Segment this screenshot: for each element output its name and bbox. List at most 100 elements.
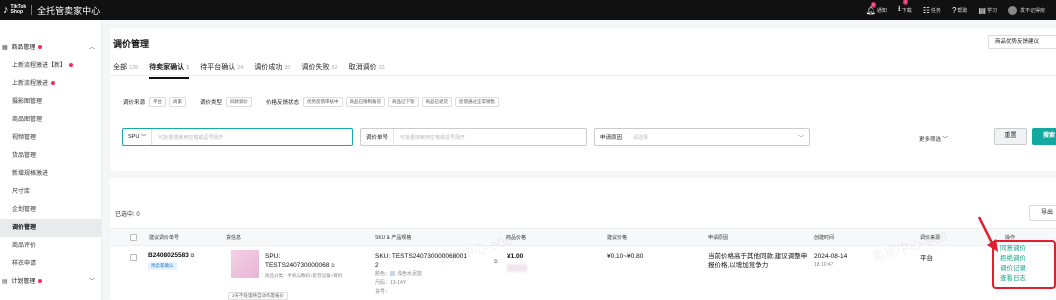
tab-failed[interactable]: 调价失败 52: [302, 62, 338, 79]
source-chip-merchant[interactable]: 商家: [169, 97, 187, 107]
sidebar-item-goods[interactable]: 货品管理: [0, 147, 101, 165]
more-filters-button[interactable]: 更多筛选 ﹀: [919, 135, 948, 143]
header-sku: SKU & 产品规格: [375, 235, 412, 241]
tab-pending-seller[interactable]: 待卖家确认 1: [149, 62, 190, 79]
source-chip-platform[interactable]: 平台: [149, 97, 167, 107]
sidebar-item-price-adjust[interactable]: 调价管理: [0, 219, 101, 237]
sidebar-group-plan[interactable]: ▤ 计划管理 ﹀: [0, 273, 101, 291]
red-dot: [38, 45, 43, 50]
header-price: 商品价格: [506, 235, 527, 241]
order-label: 调价单号: [361, 129, 395, 145]
type-chip-same[interactable]: 同款调价: [226, 97, 253, 107]
status-tabs: 全部 135 待卖家确认 1 待平台确认 24 调价成功 30 调价失败 52 取消调价 2…: [113, 62, 396, 79]
feedback-chip-delisted[interactable]: 商品已下架: [388, 97, 419, 107]
reason-select[interactable]: 申请原因 请选择 ﹀: [594, 128, 810, 146]
feedback-filter-label: 价格反馈状态: [266, 100, 300, 106]
sidebar-item-label: 调价管理: [12, 225, 37, 231]
feedback-chip-normal[interactable]: 反馈通过正常销售: [455, 97, 500, 107]
sidebar-group-product[interactable]: ▦ 商品管理 ︿: [0, 39, 101, 57]
downloads-label: 下载: [901, 7, 912, 14]
header-goods-info: 货信息: [226, 235, 242, 241]
table-row: B2408025583 ⧉ 待卖家确认 SPU: TESTS2407300000…: [110, 246, 1056, 300]
help-button[interactable]: ? 帮助: [952, 6, 967, 15]
copy-icon[interactable]: ⧉: [191, 253, 195, 259]
tasks-button[interactable]: ☷ 任务: [923, 6, 941, 15]
reason-label: 申请原因: [600, 135, 623, 141]
reason-placeholder: 请选择: [633, 134, 649, 141]
created-time: 18:10:47: [814, 262, 834, 268]
table-header: 建议调价单号 货信息 SKU & 产品规格 商品价格 建议价格 申请原因 创建时…: [110, 228, 1056, 246]
sidebar-item-label: 商品图管理: [12, 117, 43, 123]
sidebar: ▦ 商品管理 ︿ 上新流程激进【新】 上新流程激进 摄影图管理 商品图管理 视频…: [0, 20, 102, 300]
logo-line2: Shop: [10, 9, 24, 15]
tab-success[interactable]: 调价成功 30: [254, 62, 290, 79]
sidebar-item-new-spec[interactable]: 新增规格激进: [0, 165, 101, 183]
view-log-button[interactable]: 查看日志: [994, 274, 1054, 284]
order-placeholder: 可批量搜索用空格或逗号隔开: [400, 134, 466, 141]
select-all-checkbox[interactable]: [130, 234, 137, 241]
sidebar-item-label: 视频管理: [12, 135, 37, 141]
main-content: 调价管理 商品优势反馈建议 全部 135 待卖家确认 1 待平台确认 24 调价成功 3…: [103, 20, 1056, 300]
red-dot: [51, 81, 56, 86]
size-value: 尺码：13-14Y: [375, 280, 407, 286]
sidebar-item-photo[interactable]: 摄影图管理: [0, 93, 101, 111]
status-badge: 待卖家确认: [148, 262, 177, 270]
top-navigation-bar: ♪ TikTok Shop 全托管卖家中心 🔔︎ 9 通知 ⭳ 2 下载 ☷ 任…: [0, 0, 1056, 20]
chevron-down-icon: ﹀: [88, 279, 95, 285]
spu-placeholder: 可批量搜索用空格或逗号隔开: [158, 134, 224, 141]
sidebar-item-label: 企划管理: [12, 207, 37, 213]
tab-pending-platform[interactable]: 待平台确认 24: [200, 62, 243, 79]
export-button[interactable]: 导出: [1029, 205, 1056, 221]
sidebar-item-label: 上新流程激进: [12, 81, 49, 87]
header-created-time: 创建时间: [814, 235, 835, 241]
tasks-label: 任务: [930, 7, 941, 14]
feedback-chip-returned[interactable]: 商品已退货: [421, 97, 453, 107]
sidebar-item-new-flow-new[interactable]: 上新流程激进【新】: [0, 57, 101, 75]
row-checkbox[interactable]: [130, 254, 137, 261]
notification-badge: 9: [870, 1, 876, 8]
price-history-button[interactable]: 调价记录: [994, 264, 1054, 274]
reject-price-button[interactable]: 拒绝调价: [994, 254, 1054, 264]
logo[interactable]: ♪ TikTok Shop 全托管卖家中心: [3, 4, 100, 17]
user-menu[interactable]: 发不记得房: [1007, 5, 1045, 15]
feedback-chip-reviewing[interactable]: 优势反馈审核中: [303, 97, 343, 107]
downloads-button[interactable]: ⭳ 2 下载: [898, 0, 912, 17]
red-dot: [69, 63, 74, 68]
sidebar-item-video[interactable]: 视频管理: [0, 129, 101, 147]
order-search-input[interactable]: 调价单号 可批量搜索用空格或逗号隔开: [360, 128, 587, 146]
search-button[interactable]: 搜索: [1032, 128, 1056, 145]
reset-button[interactable]: 重置: [994, 128, 1027, 145]
copy-icon[interactable]: ⧉: [494, 259, 498, 265]
tab-all[interactable]: 全部 135: [113, 62, 138, 79]
sidebar-item-samples[interactable]: 样衣申请: [0, 255, 101, 273]
sidebar-item-reviews[interactable]: 商品评价: [0, 237, 101, 255]
tab-cancelled[interactable]: 取消调价 23: [349, 62, 385, 79]
chevron-down-icon: ﹀: [797, 135, 804, 142]
type-filter-label: 调价类型: [200, 100, 223, 106]
sidebar-item-size[interactable]: 尺寸库: [0, 183, 101, 201]
notifications-label: 通知: [876, 7, 887, 14]
sidebar-item-product-images[interactable]: 商品图管理: [0, 111, 101, 129]
copy-icon[interactable]: ⧉: [331, 263, 335, 269]
username: 发不记得房: [1019, 7, 1045, 14]
learn-button[interactable]: ▤ 学习: [978, 6, 997, 15]
sku-code-suffix: 2: [375, 262, 379, 269]
color-swatch: [390, 271, 396, 277]
order-number: B2408025583: [148, 252, 189, 259]
notifications-button[interactable]: 🔔︎ 9 通知: [866, 1, 887, 15]
product-thumbnail[interactable]: [231, 250, 259, 278]
header-source: 调价来源: [920, 235, 941, 241]
sidebar-item-new-flow[interactable]: 上新流程激进: [0, 75, 101, 93]
header-order-no: 建议调价单号: [149, 235, 180, 241]
auto-void-pill: 2天不处理将自动作废报价: [228, 292, 289, 300]
spu-search-input[interactable]: SPU ﹀ 可批量搜索用空格或逗号隔开: [122, 128, 353, 146]
feedback-button[interactable]: 商品优势反馈建议: [988, 35, 1056, 49]
agree-price-button[interactable]: 同意调价: [994, 244, 1054, 254]
filter-row: 调价来源 平台 商家 调价类型 同款调价 价格反馈状态 优势反馈审核中 商品已限…: [123, 97, 502, 107]
help-icon: ?: [951, 5, 957, 15]
spu-select[interactable]: SPU ﹀: [123, 129, 153, 145]
source-filter-label: 调价来源: [123, 100, 146, 106]
feedback-chip-restricted[interactable]: 商品已限制备货: [345, 97, 386, 107]
sidebar-item-planning[interactable]: 企划管理: [0, 201, 101, 219]
download-badge: 2: [902, 0, 909, 5]
